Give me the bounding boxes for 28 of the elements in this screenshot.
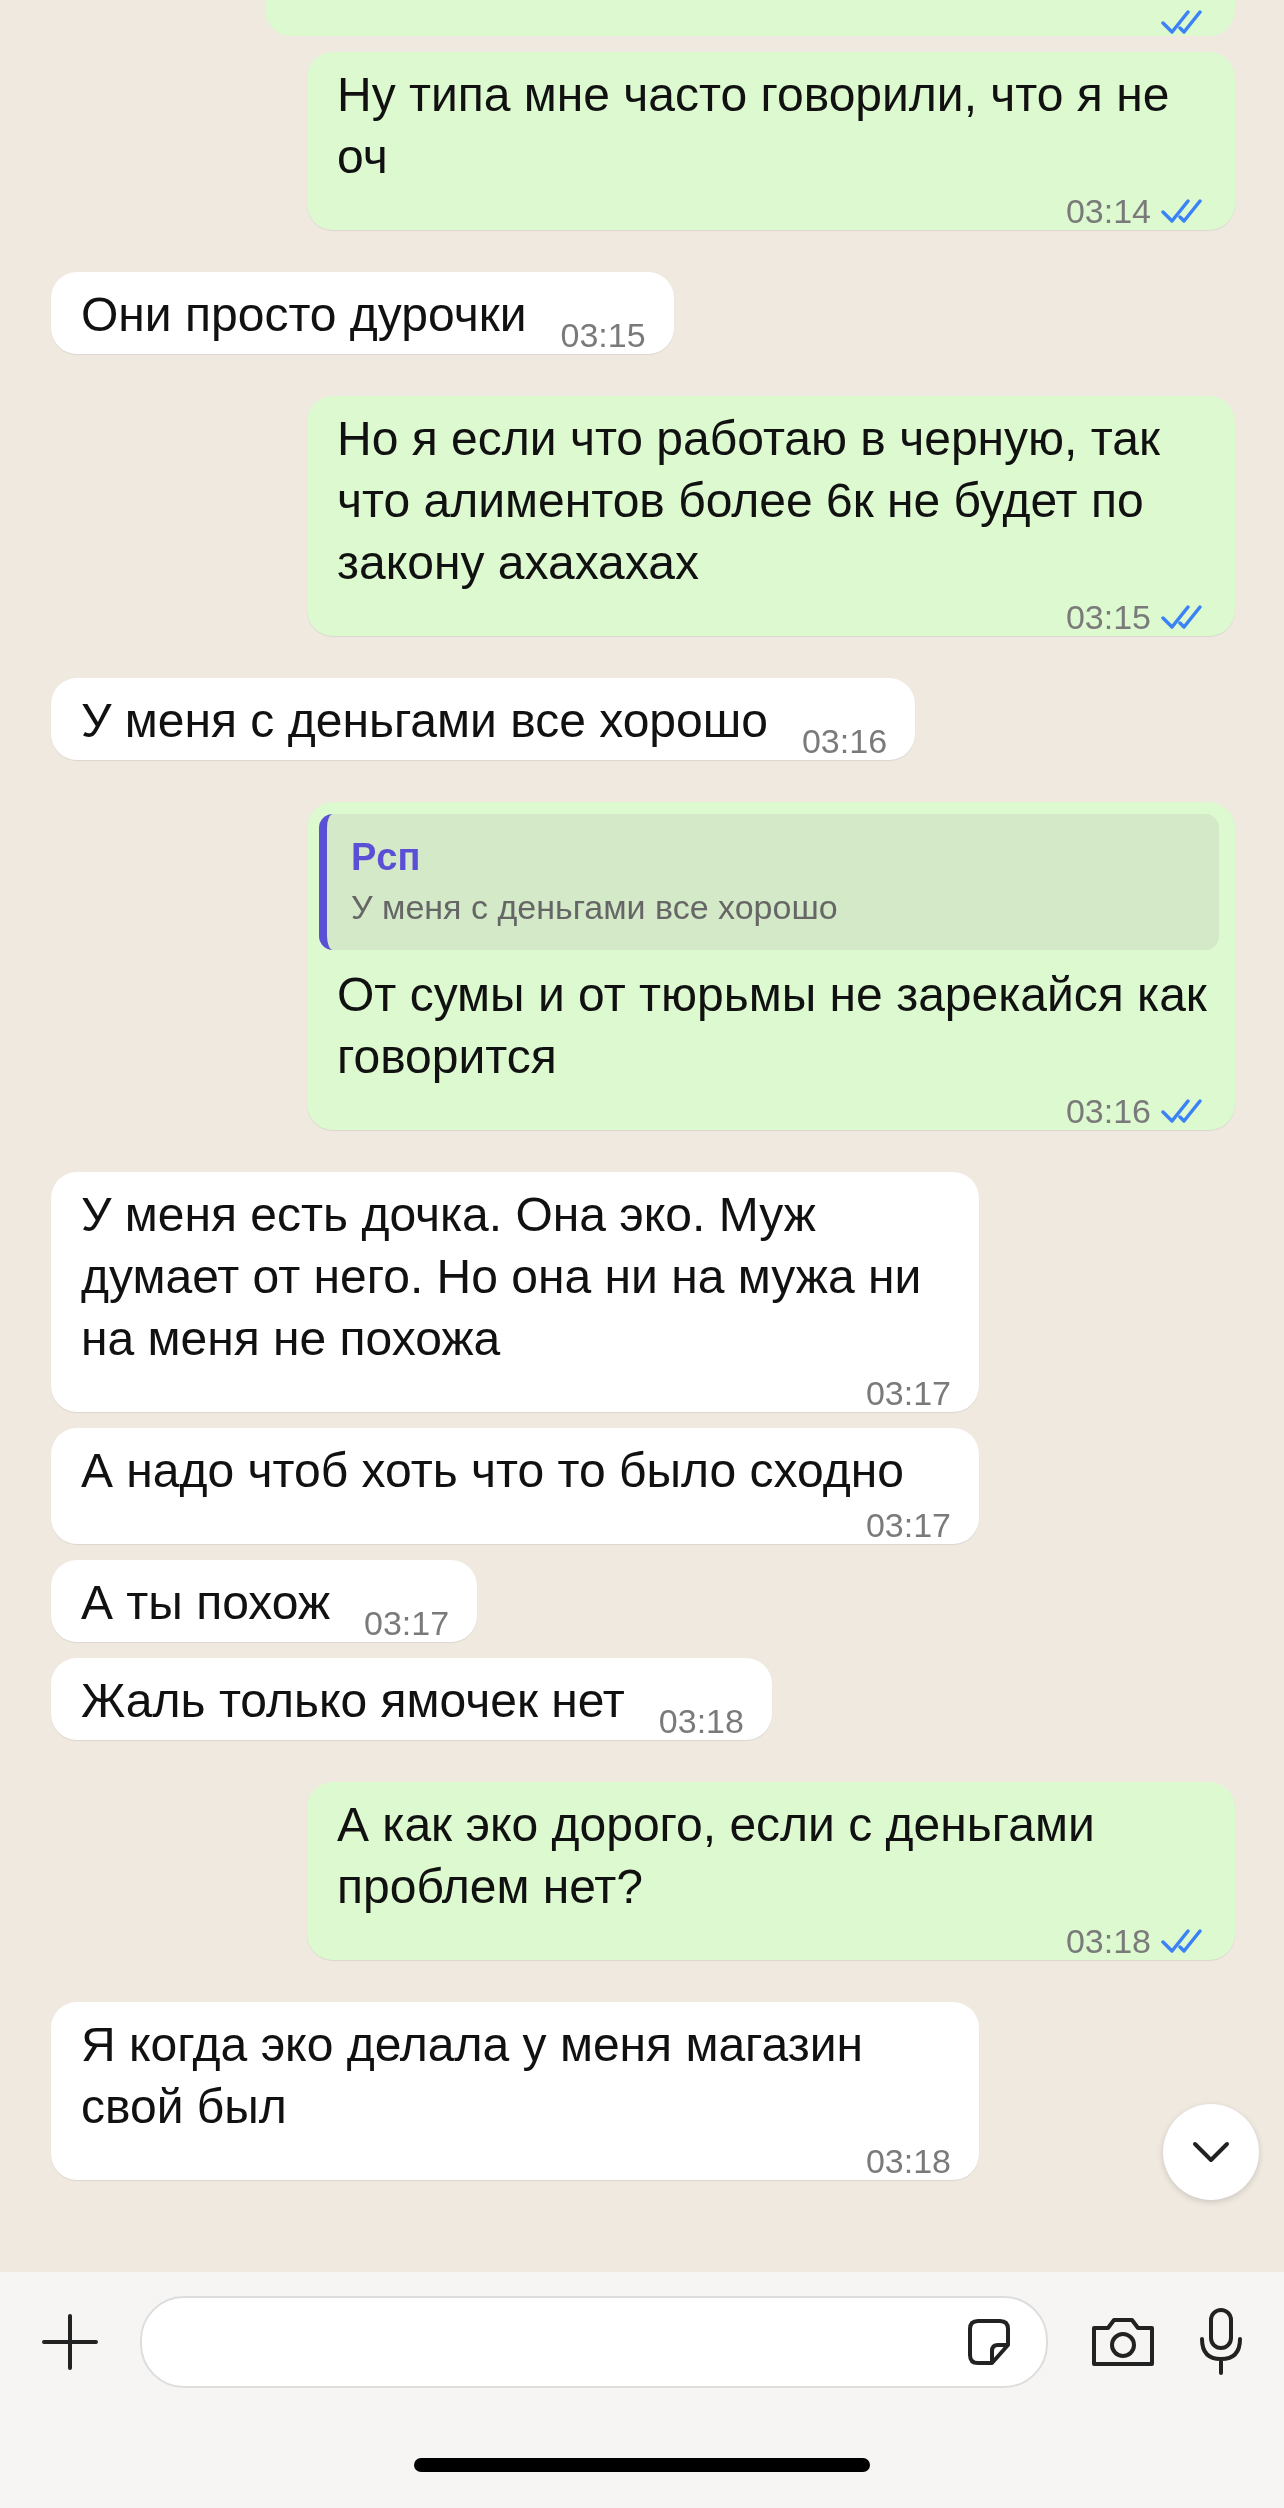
message-text: От сумы и от тюрьмы не зарекайся как говорится xyxy=(337,967,1207,1085)
message-text: Они просто дурочки xyxy=(81,287,527,343)
message-text: Я когда эко делала у меня магазин свой был xyxy=(81,2017,865,2135)
chevron-down-icon xyxy=(1192,2141,1230,2163)
quote-text: У меня с деньгами все хорошо xyxy=(351,887,839,928)
message-time: 03:18 xyxy=(658,1704,744,1738)
message-time: 03:17 xyxy=(865,1376,951,1410)
message-time: 03:15 xyxy=(560,318,646,352)
microphone-icon[interactable] xyxy=(1198,2307,1244,2377)
message-time: 03:15 xyxy=(1065,600,1151,634)
message-text: А надо чтоб хоть что то было сходно xyxy=(81,1443,904,1499)
message-time: 03:18 xyxy=(1065,1924,1151,1958)
plus-icon[interactable] xyxy=(40,2312,100,2372)
message-text: У меня с деньгами все хорошо xyxy=(81,693,768,749)
message-text: Но я если что работаю в черную, так что алиментов более 6к не будет по закону ахахахах xyxy=(337,411,1161,591)
message-text: А ты похож xyxy=(81,1575,331,1631)
message-text: Ну типа мне часто говорили, что я не оч xyxy=(337,67,1171,185)
message-time: 03:16 xyxy=(1065,1094,1151,1128)
message-text: Жаль только ямочек нет xyxy=(81,1673,625,1729)
quoted-message[interactable]: Рсп У меня с деньгами все хорошо xyxy=(319,814,1219,950)
message-time: 03:16 xyxy=(801,724,888,758)
message-time: 03:14 xyxy=(1065,194,1151,228)
message-time: 03:17 xyxy=(865,1508,951,1542)
message-time: 03:18 xyxy=(865,2144,951,2178)
quote-author: Рсп xyxy=(351,835,422,880)
message-text: А как эко дорого, если с деньгами проблем нет? xyxy=(337,1797,1096,1915)
message-time: 03:17 xyxy=(364,1606,450,1640)
message-text: У меня есть дочка. Она эко. Муж думает от него. Но она ни на мужа ни на меня не похожа xyxy=(81,1187,923,1367)
